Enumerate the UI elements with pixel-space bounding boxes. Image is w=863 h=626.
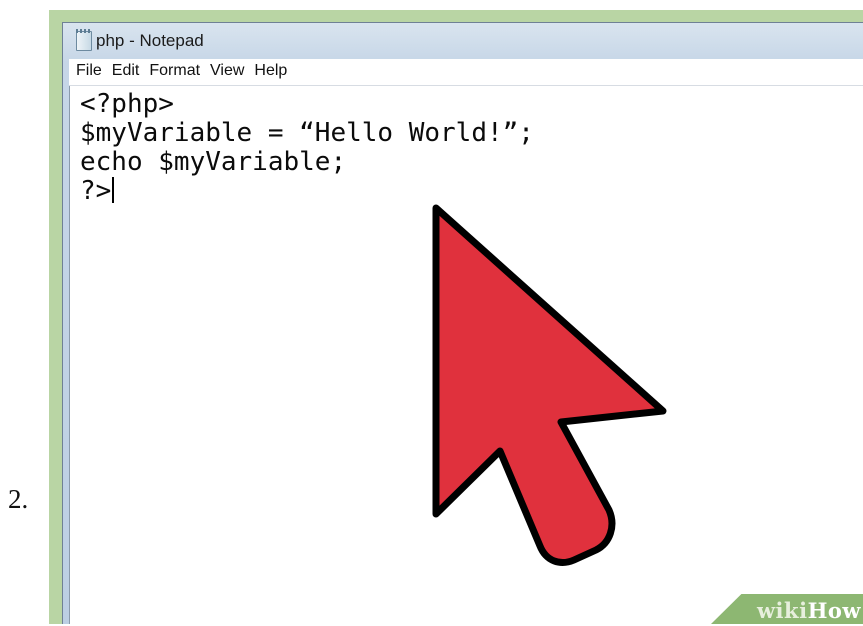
code-text: <?php> $myVariable = “Hello World!”; ech… <box>80 90 534 206</box>
screenshot-frame: php - Notepad File Edit Format View Help <?p… <box>49 10 863 624</box>
notepad-icon[interactable] <box>76 29 92 51</box>
text-editor-area[interactable]: <?php> $myVariable = “Hello World!”; ech… <box>69 86 863 624</box>
menu-file[interactable]: File <box>69 59 107 80</box>
text-caret <box>112 177 115 203</box>
menu-bar: File Edit Format View Help <box>69 59 863 86</box>
code-line: <?php> <box>80 89 174 119</box>
notepad-window: php - Notepad File Edit Format View Help <?p… <box>62 22 863 624</box>
watermark-logo: wikiHow <box>756 598 861 623</box>
menu-format[interactable]: Format <box>144 59 205 80</box>
title-bar[interactable]: php - Notepad <box>63 23 863 59</box>
code-line: ?> <box>80 176 112 206</box>
code-line: echo $myVariable; <box>80 147 347 177</box>
menu-view[interactable]: View <box>205 59 249 80</box>
window-title: php - Notepad <box>96 31 204 50</box>
menu-help[interactable]: Help <box>249 59 292 80</box>
code-line: $myVariable = “Hello World!”; <box>80 118 534 148</box>
menu-edit[interactable]: Edit <box>107 59 145 80</box>
step-number: 2. <box>8 484 29 514</box>
